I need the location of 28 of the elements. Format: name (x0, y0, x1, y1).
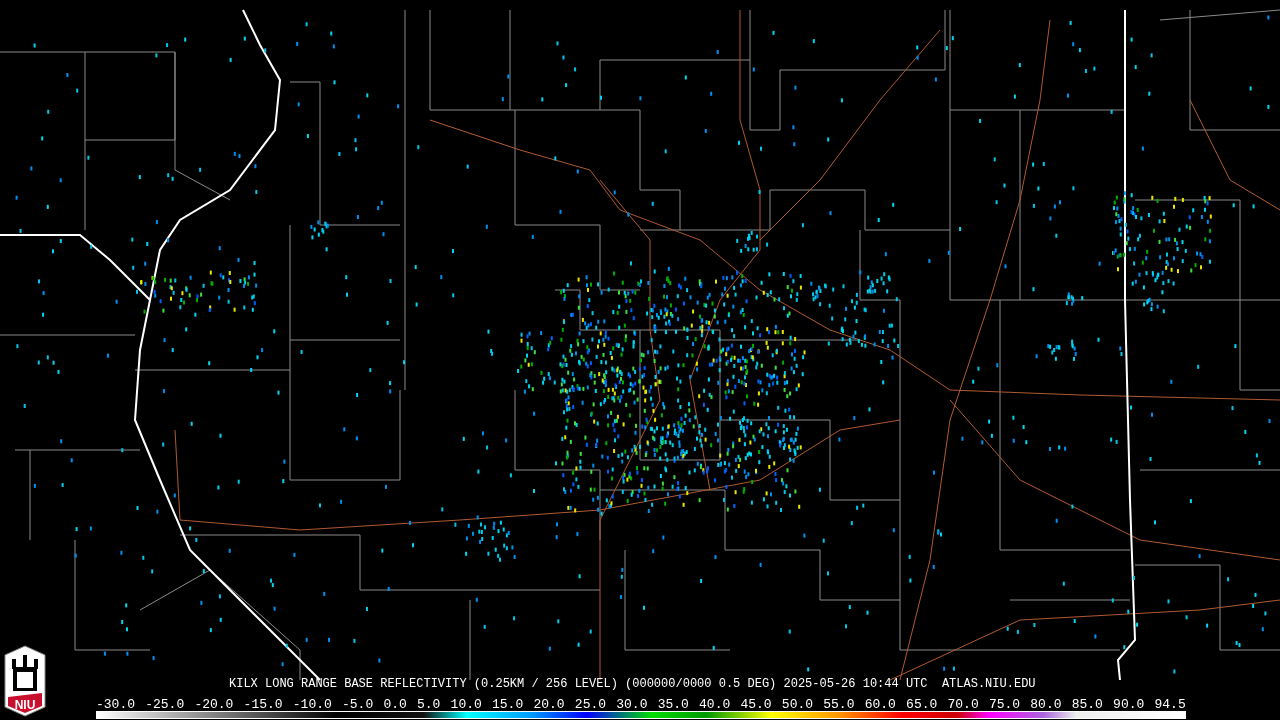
scale-label: 75.0 (988, 698, 1021, 711)
scale-label: -30.0 (96, 698, 135, 711)
scale-label: -20.0 (194, 698, 234, 711)
scale-label: 40.0 (699, 698, 731, 711)
scale-label: 55.0 (823, 698, 855, 711)
scale-label: 85.0 (1071, 698, 1103, 711)
scale-label: 80.0 (1030, 698, 1062, 711)
scale-label: 30.0 (616, 698, 648, 711)
scale-label: 90.0 (1113, 698, 1145, 711)
scale-label: 45.0 (740, 698, 772, 711)
scale-label: 5.0 (417, 698, 441, 711)
scale-label: 20.0 (533, 698, 565, 711)
university-logo: NIU (4, 645, 46, 717)
scale-label: 50.0 (781, 698, 814, 711)
scale-label: 94.5 (1154, 698, 1186, 711)
product-title: KILX LONG RANGE BASE REFLECTIVITY (0.25KM / 256 LEVEL) (000000/0000 0.5 DEG) 2025-05-26 10:44 UTC ATLAS.NIU.EDU (229, 677, 1036, 692)
scale-label: 35.0 (657, 698, 689, 711)
scale-label: 0.0 (383, 698, 407, 711)
scale-label: -25.0 (145, 698, 185, 711)
scale-label: 25.0 (574, 698, 607, 711)
scale-label: 65.0 (906, 698, 938, 711)
scale-label: 15.0 (492, 698, 524, 711)
scale-label: -10.0 (292, 698, 332, 711)
scale-label: 70.0 (947, 698, 979, 711)
scale-label: -15.0 (243, 698, 283, 711)
scale-label: 10.0 (450, 698, 482, 711)
scale-label: -5.0 (342, 698, 374, 711)
scale-label: 60.0 (864, 698, 896, 711)
